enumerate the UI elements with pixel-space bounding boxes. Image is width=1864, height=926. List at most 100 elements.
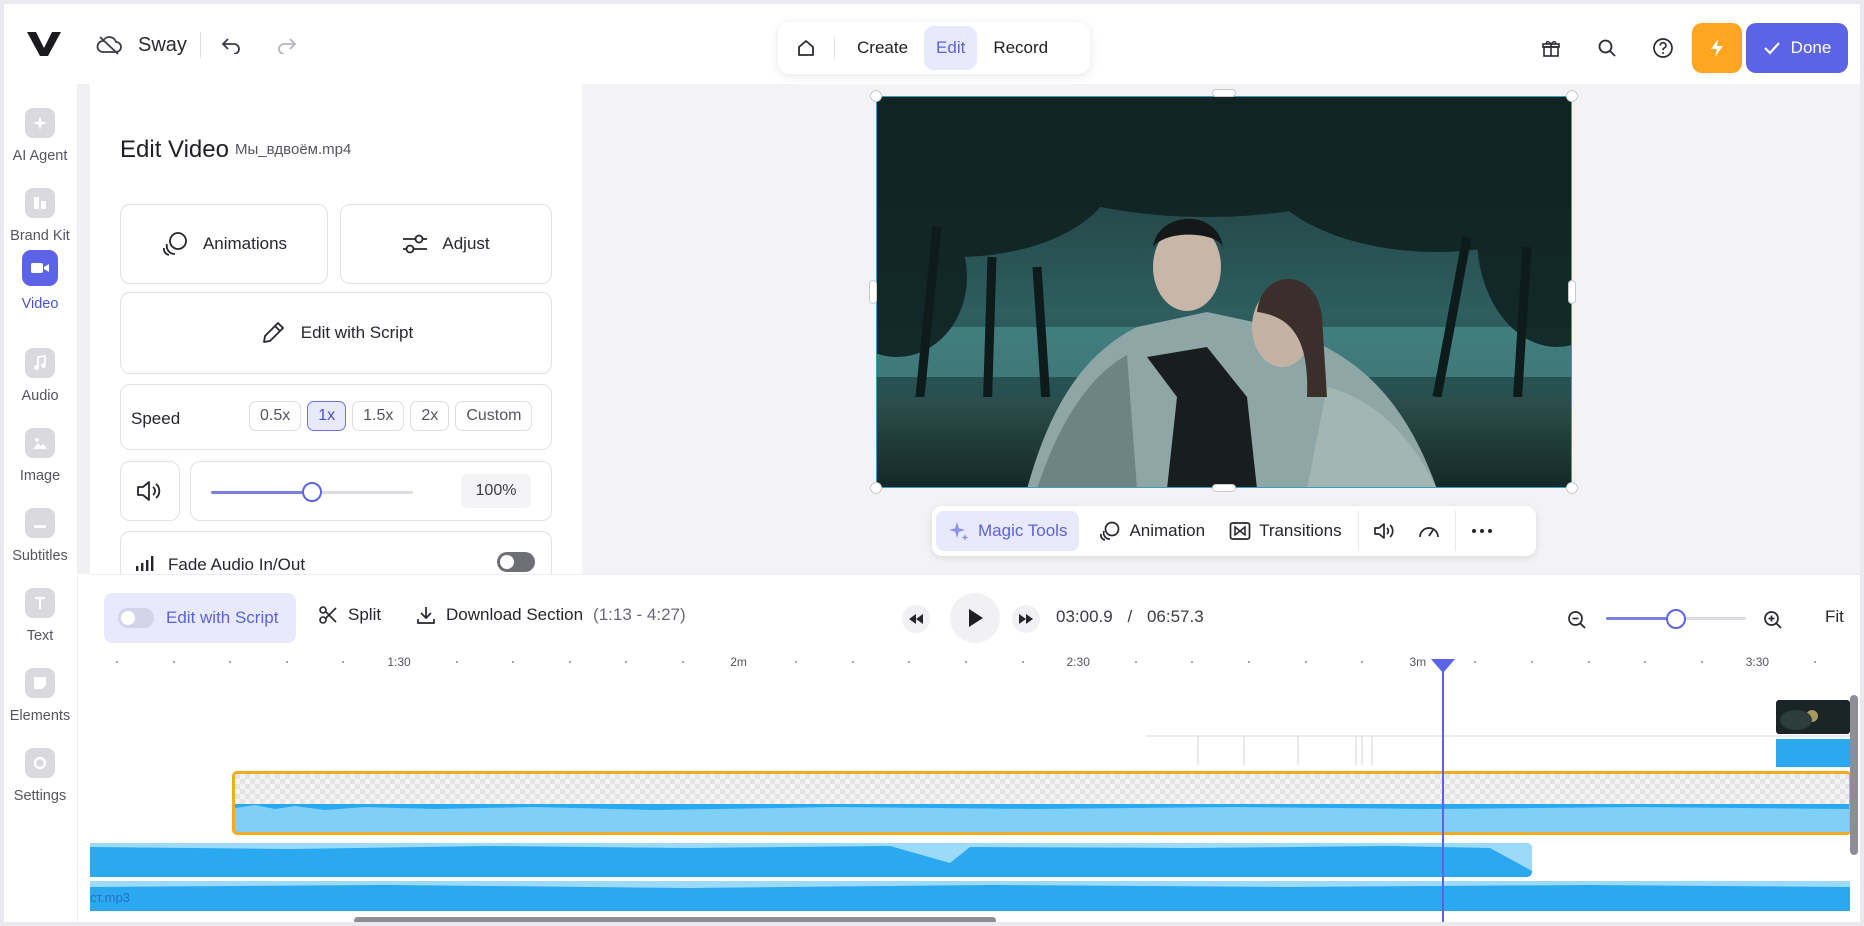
- clip-speed-button[interactable]: [1407, 511, 1451, 551]
- ruler-tick: [342, 661, 345, 663]
- text-icon: [25, 588, 55, 618]
- selected-video-clip[interactable]: [232, 771, 1852, 835]
- speed-option-1x[interactable]: 1x: [307, 401, 347, 431]
- rail-item-video[interactable]: Video: [4, 250, 76, 312]
- brand-kit-icon: [25, 188, 55, 218]
- resize-handle-right[interactable]: [1568, 280, 1576, 304]
- zoom-out-icon[interactable]: [1566, 609, 1588, 631]
- resize-handle-top-right[interactable]: [1566, 90, 1578, 102]
- animation-label: Animation: [1129, 521, 1206, 540]
- speed-option-0-5x[interactable]: 0.5x: [249, 401, 302, 431]
- rewind-icon: [909, 614, 923, 624]
- project-name[interactable]: Sway: [138, 34, 187, 57]
- zoom-slider-handle[interactable]: [1666, 609, 1686, 629]
- animation-button[interactable]: Animation: [1087, 511, 1217, 551]
- tab-create[interactable]: Create: [845, 26, 920, 70]
- audio-clip-1[interactable]: [90, 843, 1532, 877]
- resize-handle-bottom-left[interactable]: [870, 482, 882, 494]
- split-button[interactable]: Split: [318, 605, 381, 625]
- ruler-label: 2m: [730, 655, 747, 669]
- upgrade-button[interactable]: [1692, 23, 1742, 73]
- fit-button[interactable]: Fit: [1825, 607, 1844, 627]
- speaker-icon: [1373, 523, 1394, 539]
- done-button[interactable]: Done: [1746, 23, 1848, 73]
- fast-forward-button[interactable]: [1012, 605, 1040, 633]
- mute-button[interactable]: [120, 461, 180, 521]
- fade-audio-toggle[interactable]: [497, 552, 535, 572]
- gift-icon[interactable]: [1540, 38, 1562, 60]
- rail-item-settings[interactable]: Settings: [4, 748, 76, 804]
- video-preview[interactable]: [876, 96, 1572, 488]
- edit-with-script-label: Edit with Script: [300, 323, 414, 342]
- video-clip-thumbnail[interactable]: [1776, 700, 1850, 734]
- total-time: 06:57.3: [1146, 607, 1204, 626]
- timeline-edit-with-script-toggle[interactable]: Edit with Script: [104, 593, 296, 643]
- timeline-ruler[interactable]: 1:30 2m 2:30 3m 3:30: [90, 649, 1860, 673]
- more-options-button[interactable]: [1460, 511, 1504, 551]
- help-icon[interactable]: [1652, 37, 1674, 59]
- ruler-tick: [455, 661, 458, 663]
- timeline-horizontal-scrollbar[interactable]: [354, 917, 996, 922]
- playhead-handle[interactable]: [1431, 659, 1455, 673]
- adjust-button[interactable]: Adjust: [340, 204, 552, 284]
- audio-clip-1-waveform: [90, 843, 1532, 871]
- fade-audio-label: Fade Audio In/Out: [168, 555, 306, 574]
- app-window: Sway Create Edit Record Done AI Agent Br…: [0, 0, 1864, 926]
- animations-button[interactable]: Animations: [120, 204, 328, 284]
- panel-scrollbar[interactable]: [78, 84, 90, 574]
- volume-slider-handle[interactable]: [302, 482, 322, 502]
- ruler-label: 3:30: [1745, 655, 1770, 669]
- rail-item-subtitles[interactable]: Subtitles: [4, 508, 76, 564]
- speed-option-custom[interactable]: Custom: [455, 401, 533, 431]
- rail-item-text[interactable]: Text: [4, 588, 76, 644]
- ruler-tick: [1644, 661, 1647, 663]
- download-section-button[interactable]: Download Section (1:13 - 4:27): [416, 605, 686, 625]
- resize-handle-bottom-right[interactable]: [1566, 482, 1578, 494]
- speed-option-2x[interactable]: 2x: [410, 401, 450, 431]
- zoom-in-icon[interactable]: [1762, 609, 1784, 631]
- music-note-icon: [25, 348, 55, 378]
- ruler-tick: [1587, 661, 1590, 663]
- rail-item-ai-agent[interactable]: AI Agent: [4, 108, 76, 164]
- adjust-icon: [403, 234, 428, 254]
- timeline-vertical-scrollbar[interactable]: [1850, 695, 1858, 855]
- search-icon[interactable]: [1596, 37, 1618, 59]
- playhead-line: [1442, 667, 1444, 922]
- clip-volume-button[interactable]: [1363, 511, 1407, 551]
- tab-edit[interactable]: Edit: [924, 26, 978, 70]
- magic-tools-button[interactable]: Magic Tools: [936, 511, 1080, 551]
- resize-handle-top[interactable]: [1212, 89, 1236, 97]
- home-button[interactable]: [778, 22, 834, 74]
- undo-icon[interactable]: [218, 34, 244, 56]
- edit-panel: Edit Video Мы_вдвоём.mp4 Animations Adju…: [90, 84, 582, 574]
- divider: [1454, 511, 1456, 551]
- resize-handle-top-left[interactable]: [870, 90, 882, 102]
- toggle-switch: [118, 608, 154, 628]
- tab-record[interactable]: Record: [981, 26, 1060, 70]
- speed-option-1-5x[interactable]: 1.5x: [352, 401, 405, 431]
- volume-value[interactable]: 100%: [461, 474, 531, 508]
- ruler-tick: [172, 661, 175, 663]
- rail-item-audio[interactable]: Audio: [4, 348, 76, 404]
- fade-icon: [136, 556, 154, 571]
- play-icon: [969, 609, 983, 627]
- redo-icon[interactable]: [274, 34, 300, 56]
- resize-handle-left[interactable]: [869, 280, 877, 304]
- home-icon: [798, 40, 814, 56]
- ruler-tick: [512, 661, 515, 663]
- resize-handle-bottom[interactable]: [1212, 484, 1236, 492]
- rail-item-elements[interactable]: Elements: [4, 668, 76, 724]
- animations-label: Animations: [202, 234, 288, 253]
- play-button[interactable]: [950, 593, 1000, 643]
- subtitles-icon: [25, 508, 55, 538]
- rewind-button[interactable]: [902, 605, 930, 633]
- transitions-label: Transitions: [1259, 521, 1342, 540]
- rail-item-brand-kit[interactable]: Brand Kit: [4, 188, 76, 244]
- app-logo[interactable]: [26, 30, 62, 58]
- cloud-off-icon[interactable]: [96, 34, 122, 56]
- divider: [834, 37, 835, 59]
- rail-item-image[interactable]: Image: [4, 428, 76, 484]
- audio-clip-2[interactable]: [90, 881, 1850, 911]
- edit-with-script-button[interactable]: Edit with Script: [120, 292, 552, 374]
- transitions-button[interactable]: Transitions: [1217, 511, 1354, 551]
